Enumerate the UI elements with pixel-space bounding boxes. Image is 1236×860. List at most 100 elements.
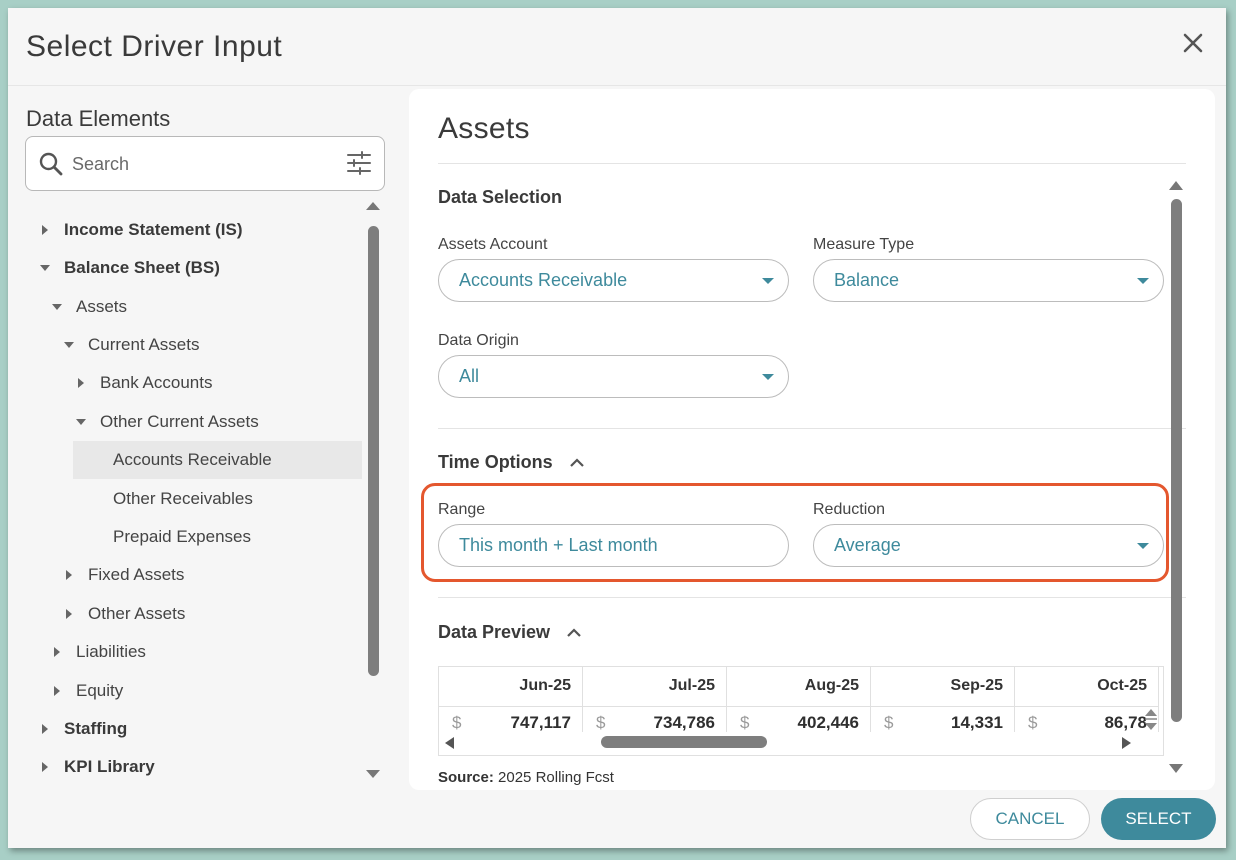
title-divider bbox=[438, 163, 1186, 164]
data-preview-table: Jun-25 Jul-25 Aug-25 Sep-25 Oct-25 $ 747… bbox=[438, 666, 1164, 756]
panel-scrollbar-thumb[interactable] bbox=[1171, 199, 1182, 722]
close-icon[interactable] bbox=[1180, 30, 1206, 56]
tree-item-bank-accounts[interactable]: Bank Accounts bbox=[25, 364, 363, 402]
scroll-left-arrow-icon[interactable] bbox=[443, 736, 455, 750]
data-origin-label: Data Origin bbox=[438, 332, 519, 349]
measure-type-select[interactable]: Balance bbox=[813, 259, 1164, 302]
dropdown-arrow-icon[interactable] bbox=[762, 373, 774, 381]
range-select[interactable]: This month + Last month bbox=[438, 524, 789, 567]
caret-down-icon[interactable] bbox=[52, 302, 62, 312]
tree-item-liabilities[interactable]: Liabilities bbox=[25, 633, 363, 671]
range-label: Range bbox=[438, 501, 486, 518]
tree-item-current-assets[interactable]: Current Assets bbox=[25, 326, 363, 364]
tree-item-equity[interactable]: Equity bbox=[25, 672, 363, 710]
filter-sliders-icon[interactable] bbox=[346, 150, 372, 176]
tree-item-balance-sheet[interactable]: Balance Sheet (BS) bbox=[25, 249, 363, 287]
tree-scrollbar-thumb[interactable] bbox=[368, 226, 379, 676]
search-input[interactable] bbox=[72, 149, 332, 179]
chevron-up-icon[interactable] bbox=[566, 627, 582, 638]
horizontal-scrollbar-thumb[interactable] bbox=[601, 736, 767, 748]
tree-item-prepaid-expenses[interactable]: Prepaid Expenses bbox=[25, 518, 363, 556]
dropdown-arrow-icon[interactable] bbox=[1137, 542, 1149, 550]
dialog-title: Select Driver Input bbox=[26, 30, 283, 63]
cancel-button[interactable]: CANCEL bbox=[970, 798, 1090, 840]
tree-item-accounts-receivable[interactable]: Accounts Receivable bbox=[73, 441, 362, 479]
time-options-title[interactable]: Time Options bbox=[438, 452, 585, 473]
table-cell: $ 747,117 bbox=[439, 707, 583, 732]
tree-item-label: KPI Library bbox=[64, 757, 155, 776]
tree-item-label: Assets bbox=[76, 297, 128, 316]
dropdown-arrow-icon[interactable] bbox=[762, 277, 774, 285]
column-header: Jul-25 bbox=[583, 667, 727, 707]
data-elements-tree: Income Statement (IS) Balance Sheet (BS)… bbox=[25, 204, 363, 784]
caret-right-icon[interactable] bbox=[40, 225, 50, 235]
tree-item-kpi-library[interactable]: KPI Library bbox=[25, 748, 363, 786]
reduction-select[interactable]: Average bbox=[813, 524, 1164, 567]
caret-right-icon[interactable] bbox=[52, 647, 62, 657]
tree-item-label: Other Assets bbox=[88, 604, 186, 623]
chevron-up-icon[interactable] bbox=[569, 457, 585, 468]
tree-item-label: Staffing bbox=[64, 719, 128, 738]
tree-item-label: Prepaid Expenses bbox=[113, 527, 251, 546]
select-button[interactable]: SELECT bbox=[1101, 798, 1216, 840]
tree-item-income-statement[interactable]: Income Statement (IS) bbox=[25, 211, 363, 249]
caret-right-icon[interactable] bbox=[64, 570, 74, 580]
column-header: Aug-25 bbox=[727, 667, 871, 707]
section-title-text: Data Preview bbox=[438, 622, 551, 642]
currency-symbol: $ bbox=[452, 713, 462, 732]
data-selection-title: Data Selection bbox=[438, 187, 562, 208]
tree-item-label: Balance Sheet (BS) bbox=[64, 258, 220, 277]
scroll-right-arrow-icon[interactable] bbox=[1121, 736, 1133, 750]
currency-symbol: $ bbox=[740, 713, 750, 732]
tree-item-label: Equity bbox=[76, 681, 124, 700]
tree-item-fixed-assets[interactable]: Fixed Assets bbox=[25, 556, 363, 594]
dropdown-arrow-icon[interactable] bbox=[1137, 277, 1149, 285]
tree-item-label: Other Receivables bbox=[113, 489, 253, 508]
cell-value: 86,78 bbox=[1104, 713, 1147, 732]
caret-down-icon[interactable] bbox=[64, 340, 74, 350]
tree-item-label: Income Statement (IS) bbox=[64, 220, 243, 239]
tree-item-label: Current Assets bbox=[88, 335, 200, 354]
tree-item-staffing[interactable]: Staffing bbox=[25, 710, 363, 748]
detail-panel: Assets Data Selection Assets Account Acc… bbox=[409, 89, 1215, 790]
scroll-down-arrow-icon[interactable] bbox=[1168, 763, 1184, 775]
measure-type-label: Measure Type bbox=[813, 236, 915, 253]
caret-right-icon[interactable] bbox=[76, 378, 86, 388]
header-divider bbox=[8, 85, 1226, 86]
data-preview-title[interactable]: Data Preview bbox=[438, 622, 582, 643]
cell-value: 14,331 bbox=[951, 713, 1003, 732]
tree-item-label: Bank Accounts bbox=[100, 373, 213, 392]
row-scroll-arrows-icon[interactable] bbox=[1143, 707, 1159, 733]
caret-down-icon[interactable] bbox=[40, 263, 50, 273]
assets-account-select[interactable]: Accounts Receivable bbox=[438, 259, 789, 302]
caret-right-icon[interactable] bbox=[40, 724, 50, 734]
data-elements-title: Data Elements bbox=[26, 106, 171, 131]
select-value: Accounts Receivable bbox=[459, 270, 628, 290]
tree-item-label: Liabilities bbox=[76, 642, 146, 661]
currency-symbol: $ bbox=[884, 713, 894, 732]
table-cell: $ 734,786 bbox=[583, 707, 727, 732]
caret-down-icon[interactable] bbox=[76, 417, 86, 427]
section-title-text: Time Options bbox=[438, 452, 553, 472]
caret-right-icon[interactable] bbox=[52, 686, 62, 696]
select-value: This month + Last month bbox=[459, 535, 658, 555]
select-driver-dialog: Select Driver Input Data Elements Income… bbox=[8, 8, 1226, 848]
tree-item-assets[interactable]: Assets bbox=[25, 288, 363, 326]
tree-item-other-assets[interactable]: Other Assets bbox=[25, 595, 363, 633]
currency-symbol: $ bbox=[1028, 713, 1038, 732]
panel-title: Assets bbox=[438, 112, 530, 145]
data-origin-select[interactable]: All bbox=[438, 355, 789, 398]
section-divider bbox=[438, 428, 1186, 429]
caret-right-icon[interactable] bbox=[64, 609, 74, 619]
cell-value: 747,117 bbox=[510, 713, 571, 732]
tree-item-other-receivables[interactable]: Other Receivables bbox=[25, 480, 363, 518]
tree-item-other-current-assets[interactable]: Other Current Assets bbox=[25, 403, 363, 441]
table-cell: $ 14,331 bbox=[871, 707, 1015, 732]
caret-right-icon[interactable] bbox=[40, 762, 50, 772]
section-title-text: Data Selection bbox=[438, 187, 563, 207]
tree-item-label: Fixed Assets bbox=[88, 565, 185, 584]
scroll-up-arrow-icon[interactable] bbox=[1168, 179, 1184, 191]
search-icon bbox=[39, 152, 63, 176]
source-label: Source: bbox=[438, 769, 494, 786]
column-header: Oct-25 bbox=[1015, 667, 1159, 707]
